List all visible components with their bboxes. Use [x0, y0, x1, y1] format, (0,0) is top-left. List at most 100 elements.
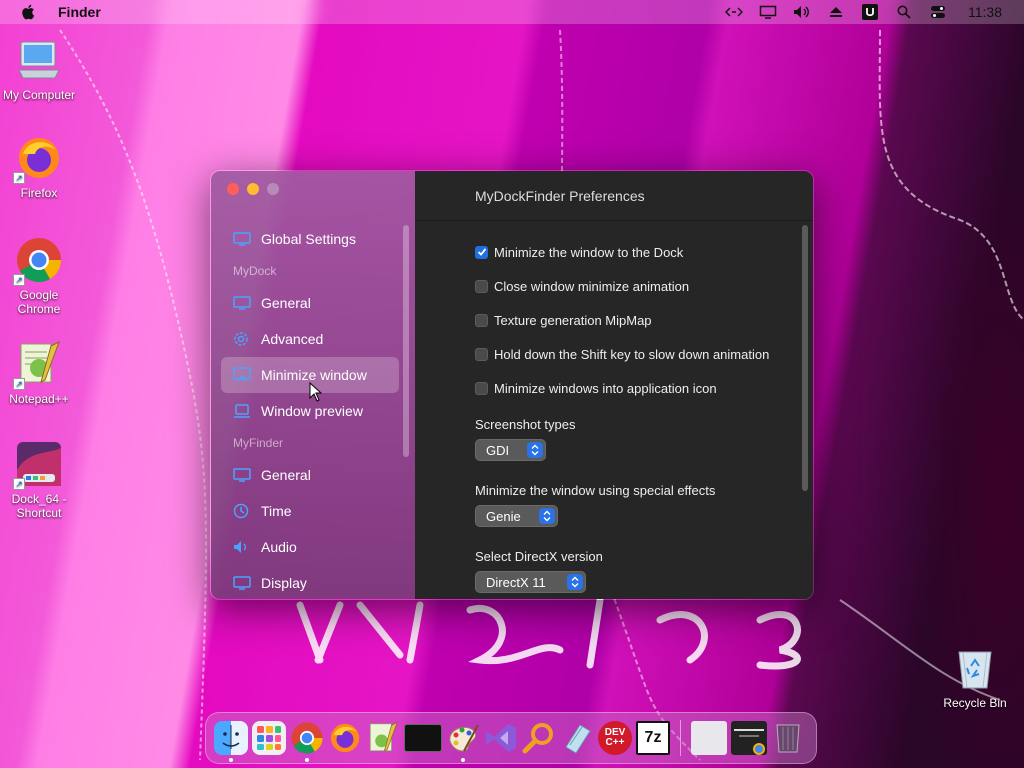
- sidebar-item-label: General: [261, 467, 311, 483]
- display-icon[interactable]: [758, 3, 778, 21]
- volume-icon[interactable]: [792, 3, 812, 21]
- launchpad-icon[interactable]: [252, 721, 286, 755]
- desktop-icon-label: Recycle Bin: [943, 696, 1007, 710]
- option-shift-slow-animation[interactable]: Hold down the Shift key to slow down ani…: [475, 337, 769, 371]
- 7zip-icon[interactable]: 7z: [636, 721, 670, 755]
- dock-shortcut-icon: ↗: [13, 440, 63, 490]
- running-indicator: [229, 758, 233, 762]
- dock-separator: [680, 720, 681, 756]
- desktop-icon-notepadpp[interactable]: ↗ Notepad++: [0, 340, 78, 406]
- finder-icon[interactable]: [214, 721, 248, 762]
- option-minimize-into-app-icon[interactable]: Minimize windows into application icon: [475, 371, 769, 405]
- notepadpp-icon: ↗: [13, 340, 63, 390]
- sidebar-list: Global Settings MyDock General Advanced …: [221, 221, 399, 599]
- firefox-icon[interactable]: [328, 721, 362, 755]
- checkbox-checked[interactable]: [475, 245, 488, 259]
- u-app-icon[interactable]: [860, 3, 880, 21]
- eject-icon[interactable]: [826, 3, 846, 21]
- option-label: Texture generation MipMap: [494, 312, 652, 328]
- special-effects-select[interactable]: Genie: [475, 505, 558, 527]
- control-center-icon[interactable]: [928, 3, 948, 21]
- laptop-icon: [233, 403, 251, 419]
- running-indicator: [461, 758, 465, 762]
- 7zip-label: 7z: [644, 729, 662, 746]
- close-button[interactable]: [227, 183, 239, 195]
- preferences-content: MyDockFinder Preferences Minimize the wi…: [415, 171, 813, 599]
- options-list: Minimize the window to the Dock Close wi…: [475, 235, 769, 593]
- checkbox[interactable]: [475, 313, 488, 327]
- search-magnifier-icon[interactable]: [522, 721, 556, 755]
- monitor-icon: [233, 231, 251, 247]
- desktop-icon-dock-shortcut[interactable]: ↗ Dock_64 - Shortcut: [0, 440, 78, 520]
- apple-icon[interactable]: [20, 3, 38, 21]
- zoom-button[interactable]: [267, 183, 279, 195]
- search-icon[interactable]: [894, 3, 914, 21]
- menu-bar: Finder 11:38: [0, 0, 1024, 24]
- sidebar-item-time[interactable]: Time: [221, 493, 399, 529]
- sidebar-scrollbar[interactable]: [403, 225, 409, 457]
- desktop-icon-label: Dock_64 - Shortcut: [11, 492, 67, 520]
- sidebar-item-label: General: [261, 295, 311, 311]
- directx-version-label: Select DirectX version: [475, 548, 603, 564]
- desktop-icon-firefox[interactable]: ↗ Firefox: [0, 134, 78, 200]
- sidebar-item-display[interactable]: Display: [221, 565, 399, 599]
- sidebar-item-label: Time: [261, 503, 292, 519]
- desktop-icon-my-computer[interactable]: My Computer: [0, 36, 78, 102]
- terminal-icon[interactable]: [404, 724, 442, 752]
- notes-icon[interactable]: [560, 721, 594, 755]
- active-app-name[interactable]: Finder: [58, 4, 101, 20]
- display-icon: [233, 575, 251, 591]
- sidebar-item-global-settings[interactable]: Global Settings: [221, 221, 399, 257]
- desktop-icon-label: Firefox: [20, 186, 58, 200]
- sidebar-item-label: Global Settings: [261, 231, 356, 247]
- desktop-icon-label: Google Chrome: [17, 288, 61, 316]
- option-minimize-to-dock[interactable]: Minimize the window to the Dock: [475, 235, 769, 269]
- select-value: Genie: [486, 508, 521, 524]
- sidebar-item-label: Display: [261, 575, 307, 591]
- code-arrows-icon[interactable]: [724, 3, 744, 21]
- content-scrollbar[interactable]: [802, 225, 808, 491]
- desktop-icon-label: My Computer: [2, 88, 76, 102]
- notepadpp-icon[interactable]: [366, 721, 400, 755]
- shortcut-arrow-icon: ↗: [13, 274, 25, 286]
- trash-icon[interactable]: [771, 721, 805, 755]
- monitor-icon: [233, 295, 251, 311]
- checkbox[interactable]: [475, 381, 488, 395]
- firefox-icon: ↗: [13, 134, 63, 184]
- sidebar-item-label: Advanced: [261, 331, 324, 347]
- sidebar-item-audio[interactable]: Audio: [221, 529, 399, 565]
- mouse-cursor-icon: [309, 382, 323, 402]
- minimize-button[interactable]: [247, 183, 259, 195]
- checkbox[interactable]: [475, 279, 488, 293]
- desktop-icon-recycle-bin[interactable]: Recycle Bin: [936, 644, 1014, 710]
- sidebar-item-myfinder-general[interactable]: General: [221, 457, 399, 493]
- option-label: Minimize the window to the Dock: [494, 244, 684, 260]
- screenshot-type-select[interactable]: GDI: [475, 439, 546, 461]
- option-label: Minimize windows into application icon: [494, 380, 717, 396]
- running-indicator: [305, 758, 309, 762]
- visual-studio-icon[interactable]: [484, 721, 518, 755]
- select-value: GDI: [486, 442, 510, 458]
- desktop-icon-label: Notepad++: [9, 392, 69, 406]
- clock-icon: [233, 503, 251, 519]
- desktop-icon-chrome[interactable]: ↗ Google Chrome: [0, 236, 78, 316]
- speaker-icon: [233, 539, 251, 555]
- devcpp-icon[interactable]: DEV C++: [598, 721, 632, 755]
- minimized-window-thumbnail-icon[interactable]: [691, 721, 727, 755]
- chrome-icon[interactable]: [290, 721, 324, 762]
- checkbox[interactable]: [475, 347, 488, 361]
- computer-icon: [15, 36, 63, 84]
- sidebar-item-advanced[interactable]: Advanced: [221, 321, 399, 357]
- sidebar-item-mydock-general[interactable]: General: [221, 285, 399, 321]
- devcpp-label: DEV C++: [604, 727, 626, 748]
- paint-icon[interactable]: [446, 721, 480, 762]
- minimized-chrome-window-icon[interactable]: [731, 721, 767, 755]
- option-close-minimize-animation[interactable]: Close window minimize animation: [475, 269, 769, 303]
- special-effects-label: Minimize the window using special effect…: [475, 482, 716, 498]
- menubar-clock[interactable]: 11:38: [968, 4, 1002, 20]
- option-label: Close window minimize animation: [494, 278, 690, 294]
- option-label: Hold down the Shift key to slow down ani…: [494, 346, 770, 362]
- directx-version-select[interactable]: DirectX 11: [475, 571, 586, 593]
- sidebar-item-label: Minimize window: [261, 367, 367, 383]
- option-texture-mipmap[interactable]: Texture generation MipMap: [475, 303, 769, 337]
